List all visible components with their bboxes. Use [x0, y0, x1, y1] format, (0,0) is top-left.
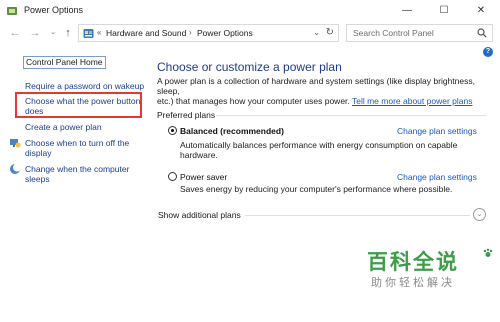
- plan-description-line: hardware.: [180, 150, 218, 160]
- watermark: 百科全说 助你轻松解决: [355, 246, 495, 296]
- show-additional-divider: [245, 215, 470, 216]
- breadcrumb-hardware-and-sound[interactable]: Hardware and Sound: [106, 28, 186, 38]
- section-heading: Preferred plans: [157, 110, 216, 120]
- breadcrumb-chevron-icon[interactable]: ›: [189, 28, 192, 37]
- sleep-moon-icon: [10, 163, 21, 174]
- power-saver-plan-name[interactable]: Power saver: [180, 172, 227, 182]
- sidebar-link-label-cont: display: [25, 148, 52, 158]
- maximize-button[interactable]: ☐: [429, 0, 459, 20]
- breadcrumb-overflow-icon[interactable]: «: [97, 28, 101, 37]
- sidebar-link-label: Change when the computer: [25, 164, 130, 174]
- sidebar-link-label: Create a power plan: [25, 122, 102, 132]
- balanced-plan-name[interactable]: Balanced (recommended): [180, 126, 284, 136]
- watermark-title: 百科全说: [367, 250, 459, 274]
- sidebar-link-label: Require a password on wakeup: [25, 81, 145, 91]
- tell-me-more-link[interactable]: Tell me more about power plans: [352, 96, 472, 106]
- search-icon[interactable]: [477, 28, 487, 38]
- power-saver-plan-description: Saves energy by reducing your computer's…: [180, 184, 480, 194]
- control-panel-home-link[interactable]: Control Panel Home: [23, 56, 106, 69]
- control-panel-icon: [83, 29, 94, 38]
- search-input[interactable]: [347, 25, 475, 41]
- address-bar[interactable]: « Hardware and Sound › Power Options ⌄ ↻: [78, 24, 339, 42]
- section-divider: [216, 115, 486, 116]
- address-dropdown-icon[interactable]: ⌄: [313, 28, 320, 37]
- recent-locations-icon[interactable]: ⌄: [46, 26, 60, 40]
- search-box[interactable]: [346, 24, 493, 42]
- sidebar-link-require-password[interactable]: Require a password on wakeup: [25, 81, 144, 91]
- help-icon[interactable]: ?: [483, 47, 493, 57]
- expand-chevron-icon[interactable]: ⌄: [473, 208, 486, 221]
- page-title: Choose or customize a power plan: [157, 60, 342, 74]
- display-shield-icon: [10, 139, 21, 148]
- back-icon[interactable]: ←: [8, 26, 22, 40]
- plan-description-line: Automatically balances performance with …: [180, 140, 458, 150]
- watermark-paw-icon: [483, 248, 493, 257]
- sidebar-link-label: Choose when to turn off the: [25, 138, 130, 148]
- balanced-change-settings-link[interactable]: Change plan settings: [397, 126, 477, 136]
- up-icon[interactable]: ↑: [61, 26, 75, 40]
- show-additional-plans-label[interactable]: Show additional plans: [158, 210, 241, 220]
- description-line-1: A power plan is a collection of hardware…: [157, 76, 475, 96]
- power-saver-change-settings-link[interactable]: Change plan settings: [397, 172, 477, 182]
- description-line-2: etc.) that manages how your computer use…: [157, 96, 350, 106]
- title-bar: Power Options — ☐ ✕: [0, 0, 500, 22]
- forward-icon[interactable]: →: [28, 26, 42, 40]
- power-options-icon: [7, 7, 17, 15]
- highlight-annotation: [15, 92, 142, 118]
- balanced-plan-description: Automatically balances performance with …: [180, 140, 480, 160]
- sidebar-link-create-plan[interactable]: Create a power plan: [25, 122, 102, 132]
- navigation-bar: ← → ⌄ ↑ « Hardware and Sound › Power Opt…: [0, 22, 500, 44]
- minimize-button[interactable]: —: [392, 0, 422, 20]
- breadcrumb-power-options[interactable]: Power Options: [197, 28, 253, 38]
- close-button[interactable]: ✕: [466, 0, 496, 20]
- sidebar-link-turn-off-display[interactable]: Choose when to turn off the display: [25, 138, 129, 158]
- plan-description-line: Saves energy by reducing your computer's…: [180, 184, 453, 194]
- balanced-plan-radio[interactable]: [168, 126, 177, 135]
- sidebar-link-computer-sleeps[interactable]: Change when the computer sleeps: [25, 164, 129, 184]
- page-description: A power plan is a collection of hardware…: [157, 76, 477, 106]
- sidebar-link-label-cont: sleeps: [25, 174, 50, 184]
- power-saver-plan-radio[interactable]: [168, 172, 177, 181]
- watermark-subtitle: 助你轻松解决: [371, 276, 455, 289]
- refresh-icon[interactable]: ↻: [326, 27, 334, 38]
- window-title: Power Options: [24, 5, 84, 15]
